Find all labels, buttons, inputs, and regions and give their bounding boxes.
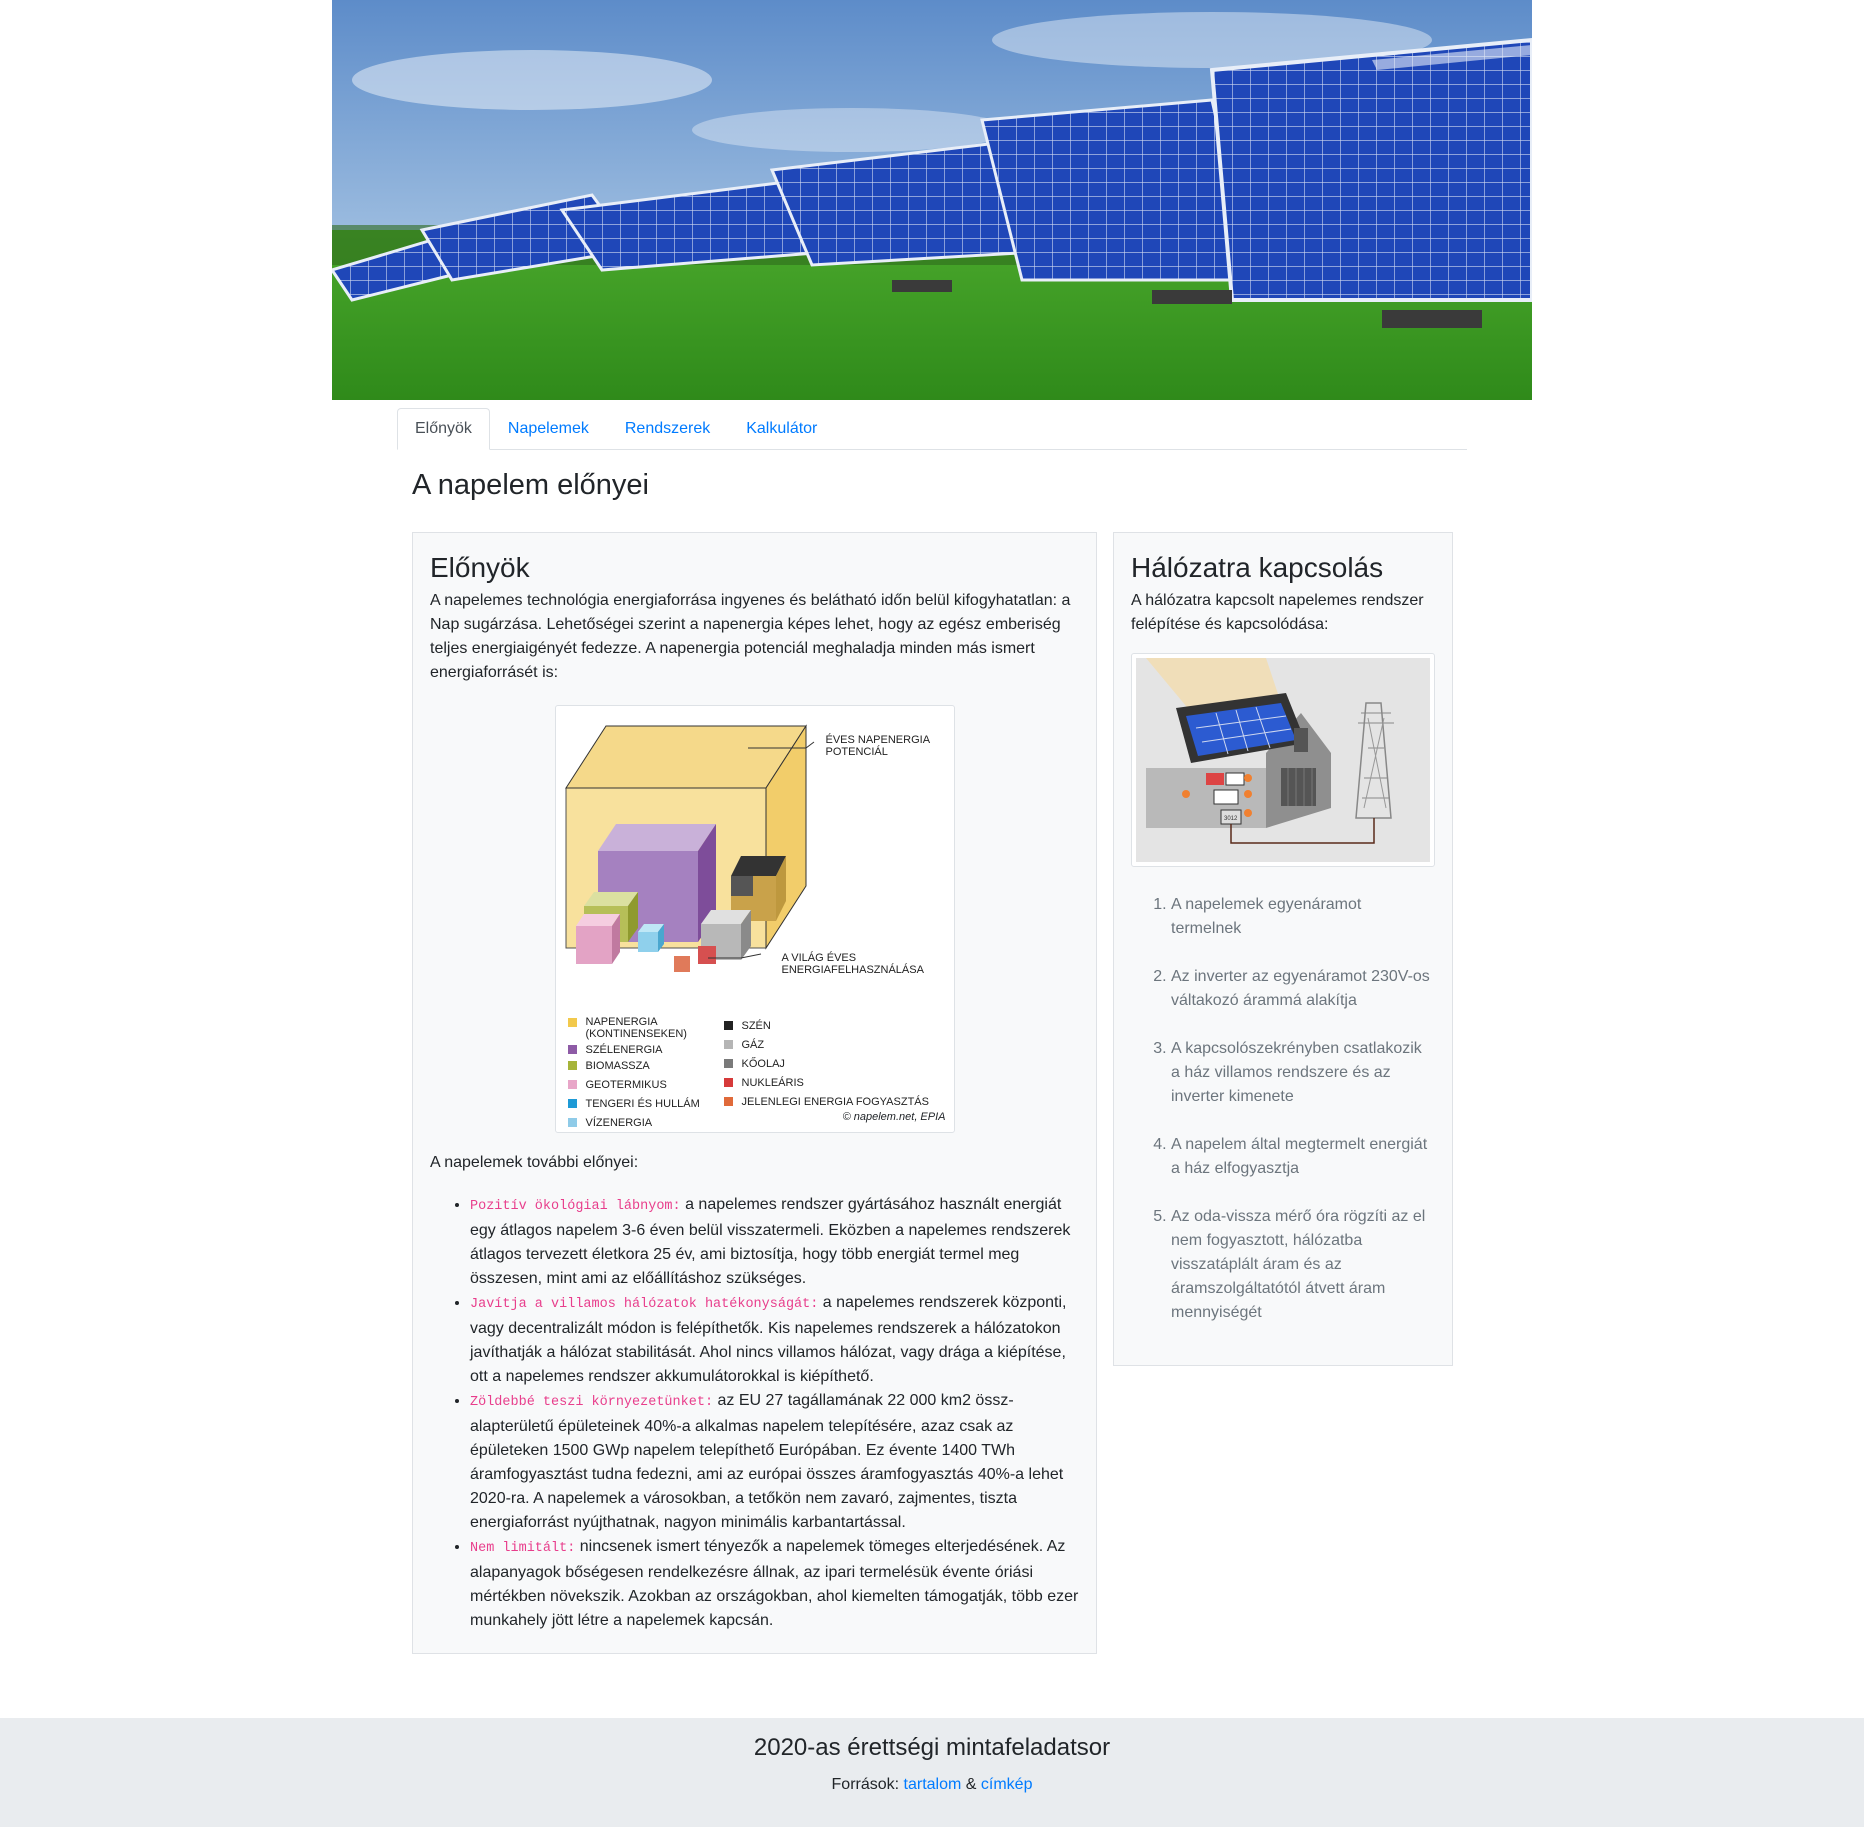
- legend-swatch: [567, 1044, 577, 1054]
- grid-connection-heading: Hálózatra kapcsolás: [1131, 552, 1384, 583]
- label-world-consumption: A VILÁG ÉVES ENERGIAFELHASZNÁLÁSA: [781, 951, 924, 976]
- footer: 2020-as érettségi mintafeladatsor Forrás…: [0, 1718, 1864, 1827]
- legend-swatch: [723, 1020, 733, 1030]
- legend-item: KŐOLAJ: [723, 1057, 944, 1077]
- advantage-term: Nem limitált:: [470, 1540, 576, 1556]
- legend-item: VÍZENERGIA: [567, 1116, 718, 1136]
- grid-steps-list: A napelemek egyenáramot termelnek Az inv…: [1131, 893, 1435, 1325]
- nav-tabs: Előnyök Napelemek Rendszerek Kalkulátor: [397, 408, 1467, 450]
- legend-swatch: [567, 1098, 577, 1108]
- advantages-list: Pozitív ökológiai lábnyom: a napelemes r…: [430, 1193, 1079, 1633]
- legend-item: TENGERI ÉS HULLÁM: [567, 1097, 718, 1117]
- legend-swatch: [567, 1079, 577, 1089]
- tab-rendszerek[interactable]: Rendszerek: [607, 408, 728, 450]
- legend-swatch: [723, 1039, 733, 1049]
- tab-elonyok[interactable]: Előnyök: [397, 408, 490, 450]
- legend-item: SZÉLENERGIA: [567, 1043, 718, 1060]
- legend-item: GEOTERMIKUS: [567, 1078, 718, 1098]
- advantages-card: Előnyök A napelemes technológia energiaf…: [412, 532, 1097, 1654]
- image-source-link[interactable]: címkép: [981, 1776, 1033, 1793]
- legend-label: NUKLEÁRIS: [741, 1076, 804, 1089]
- content-source-link[interactable]: tartalom: [904, 1776, 962, 1793]
- advantages-intro: A napelemes technológia energiaforrása i…: [430, 591, 1071, 681]
- list-item: A napelem által megtermelt energiát a há…: [1171, 1133, 1435, 1181]
- list-item: Pozitív ökológiai lábnyom: a napelemes r…: [470, 1193, 1079, 1291]
- legend-item: GÁZ: [723, 1038, 944, 1058]
- label-solar-potential: ÉVES NAPENERGIA POTENCIÁL: [825, 733, 930, 758]
- legend-item: NAPENERGIA (KONTINENSEKEN): [567, 1015, 718, 1044]
- legend-label: SZÉLENERGIA: [585, 1043, 663, 1056]
- grid-connection-card: Hálózatra kapcsolás A hálózatra kapcsolt…: [1113, 532, 1453, 1366]
- footer-title: 2020-as érettségi mintafeladatsor: [753, 1734, 1111, 1761]
- legend-label: GEOTERMIKUS: [585, 1078, 667, 1091]
- hero-image: [332, 0, 1532, 400]
- legend-label: BIOMASSZA: [585, 1059, 650, 1072]
- list-item: Nem limitált: nincsenek ismert tényezők …: [470, 1535, 1079, 1633]
- energy-potential-figure: ÉVES NAPENERGIA POTENCIÁL A VILÁG ÉVES E…: [554, 704, 955, 1136]
- tab-kalkulator[interactable]: Kalkulátor: [728, 408, 835, 450]
- advantage-text: az EU 27 tagállamának 22 000 km2 össz-al…: [470, 1391, 1064, 1531]
- list-item: Az inverter az egyenáramot 230V-os válta…: [1171, 965, 1435, 1013]
- legend-swatch: [567, 1060, 577, 1070]
- footer-amp: &: [961, 1775, 981, 1793]
- legend-swatch: [567, 1017, 577, 1027]
- legend-item: BIOMASSZA: [567, 1059, 718, 1079]
- legend-label: VÍZENERGIA: [585, 1116, 653, 1129]
- legend-swatch: [723, 1058, 733, 1068]
- advantage-term: Zöldebbé teszi környezetünket:: [470, 1394, 714, 1410]
- advantage-term: Pozitív ökológiai lábnyom:: [470, 1198, 681, 1214]
- grid-connection-intro: A hálózatra kapcsolt napelemes rendszer …: [1131, 591, 1424, 633]
- list-item: Az oda-vissza mérő óra rögzíti az el nem…: [1171, 1205, 1435, 1325]
- legend-label: JELENLEGI ENERGIA FOGYASZTÁS: [741, 1095, 929, 1108]
- legend-swatch: [723, 1096, 733, 1106]
- footer-sources: Források: tartalom & címkép: [0, 1773, 1864, 1797]
- legend-swatch: [567, 1117, 577, 1127]
- legend-label: SZÉN: [741, 1019, 771, 1032]
- meter-readout: 3012: [1224, 816, 1238, 822]
- figure-copyright: © napelem.net, EPIA: [842, 1111, 946, 1124]
- advantage-term: Javítja a villamos hálózatok hatékonyság…: [470, 1296, 819, 1312]
- list-item: A kapcsolószekrényben csatlakozik a ház …: [1171, 1037, 1435, 1109]
- advantages-heading: Előnyök: [430, 552, 530, 583]
- grid-connection-diagram: 3012: [1131, 652, 1435, 867]
- list-item: A napelemek egyenáramot termelnek: [1171, 893, 1435, 941]
- list-item: Javítja a villamos hálózatok hatékonyság…: [470, 1291, 1079, 1389]
- legend-label: TENGERI ÉS HULLÁM: [585, 1097, 700, 1110]
- legend-swatch: [723, 1077, 733, 1087]
- footer-sources-prefix: Források:: [831, 1775, 904, 1793]
- legend-left: NAPENERGIA (KONTINENSEKEN) SZÉLENERGIA B…: [567, 1015, 718, 1136]
- legend-label: NAPENERGIA (KONTINENSEKEN): [585, 1015, 687, 1040]
- page-title: A napelem előnyei: [412, 469, 649, 501]
- tab-napelemek[interactable]: Napelemek: [490, 408, 607, 450]
- legend-item: SZÉN: [723, 1019, 944, 1039]
- list-item: Zöldebbé teszi környezetünket: az EU 27 …: [470, 1389, 1079, 1535]
- legend-label: KŐOLAJ: [741, 1057, 785, 1070]
- legend-item: NUKLEÁRIS: [723, 1076, 944, 1096]
- legend-label: GÁZ: [741, 1038, 765, 1051]
- legend-right: SZÉN GÁZ KŐOLAJ NUKLEÁRIS JELENLEGI ENER…: [723, 1019, 944, 1115]
- more-advantages-title: A napelemek további előnyei:: [430, 1153, 639, 1171]
